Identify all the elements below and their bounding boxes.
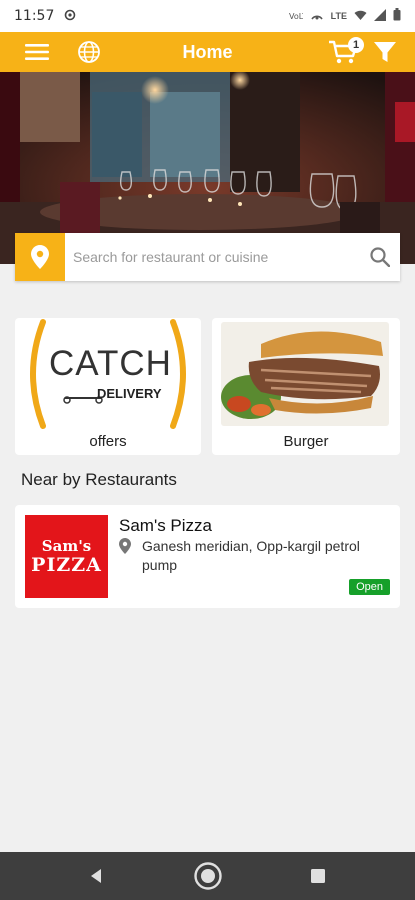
recent-apps-square-icon (311, 869, 325, 883)
category-card-offers[interactable]: CATCH DELIVERY offers (15, 318, 201, 455)
location-pin-icon (31, 245, 49, 269)
catch-delivery-logo: CATCH DELIVERY (15, 318, 201, 430)
location-marker-icon (119, 538, 131, 559)
status-badge: Open (349, 579, 390, 595)
category-label-offers: offers (89, 433, 127, 450)
restaurant-logo-line2: PIZZA (31, 553, 102, 576)
search-bar (15, 233, 400, 281)
home-button[interactable] (192, 860, 224, 892)
cart-button[interactable]: 1 (326, 36, 364, 68)
signal-icon (374, 8, 386, 24)
recent-apps-button[interactable] (302, 860, 334, 892)
cart-count-badge: 1 (348, 37, 364, 53)
search-button[interactable] (360, 233, 400, 281)
menu-button[interactable] (20, 36, 54, 68)
globe-icon (78, 41, 100, 63)
status-time: 11:57 (14, 8, 55, 24)
notification-icon (64, 9, 76, 24)
filter-icon (374, 42, 396, 62)
status-indicators: VoLTE LTE (289, 8, 401, 24)
restaurant-address: Ganesh meridian, Opp-kargil petrol pump (142, 538, 360, 573)
system-nav-bar (0, 852, 415, 900)
language-button[interactable] (72, 36, 106, 68)
hd-icon: VoLTE (289, 9, 312, 24)
home-circle-icon (194, 862, 222, 890)
delivery-logo-text: DELIVERY (97, 386, 162, 401)
location-button[interactable] (15, 233, 65, 281)
restaurant-card[interactable]: Sam's PIZZA Sam's Pizza Ganesh meridian,… (15, 505, 400, 608)
back-button[interactable] (80, 860, 112, 892)
catch-logo-text: CATCH (49, 344, 172, 383)
app-bar: Home 1 (0, 32, 415, 72)
category-card-burger[interactable]: Burger (212, 318, 400, 455)
search-icon (370, 247, 390, 267)
wifi-icon (354, 9, 367, 24)
hamburger-menu-icon (25, 44, 49, 60)
restaurant-logo: Sam's PIZZA (25, 515, 108, 598)
battery-icon (393, 8, 401, 24)
svg-text:VoLTE: VoLTE (289, 12, 303, 21)
hotspot-icon (310, 9, 324, 24)
category-label-burger: Burger (283, 433, 329, 450)
status-bar: 11:57 VoLTE LTE (0, 0, 415, 32)
search-input[interactable] (65, 233, 360, 281)
restaurant-name: Sam's Pizza (119, 516, 212, 535)
back-triangle-icon (91, 869, 101, 883)
burger-image (221, 322, 389, 426)
network-type-label: LTE (330, 11, 347, 21)
filter-button[interactable] (368, 36, 402, 68)
nearby-restaurants-heading: Near by Restaurants (21, 470, 177, 489)
restaurant-logo-line1: Sam's (41, 536, 92, 555)
